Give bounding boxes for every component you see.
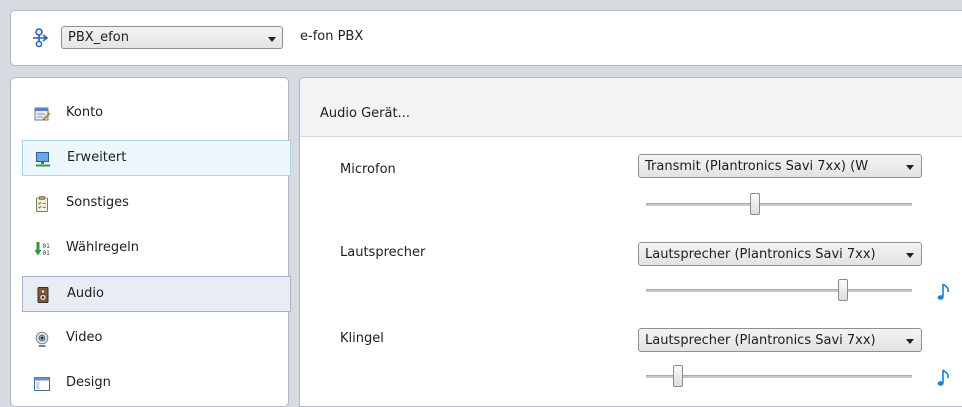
klingel-label: Klingel <box>340 331 384 346</box>
slider-track <box>646 375 912 378</box>
chevron-down-icon <box>906 339 914 344</box>
slider-track <box>646 203 912 206</box>
dial-rules-arrow-icon: 01 01 <box>34 242 51 257</box>
section-header: Audio Gerät... <box>300 78 962 137</box>
chevron-down-icon <box>268 37 276 42</box>
lautsprecher-label: Lautsprecher <box>340 245 426 260</box>
nav-item-konto[interactable]: Konto <box>22 96 291 132</box>
account-select-value: PBX_efon <box>68 30 129 45</box>
music-note-icon[interactable] <box>937 282 951 302</box>
nav-label: Konto <box>66 105 104 120</box>
notepad-edit-icon <box>34 107 50 121</box>
lautsprecher-device-value: Lautsprecher (Plantronics Savi 7xx) <box>645 247 876 262</box>
chevron-down-icon <box>906 253 914 258</box>
nav-item-audio[interactable]: Audio <box>22 276 291 312</box>
nav-item-video[interactable]: Video <box>22 321 291 357</box>
webcam-icon <box>35 331 49 347</box>
pbx-name: e-fon PBX <box>300 29 364 44</box>
microfon-device-value: Transmit (Plantronics Savi 7xx) (W <box>645 159 869 174</box>
microfon-device-select[interactable]: Transmit (Plantronics Savi 7xx) (W <box>638 154 922 178</box>
nav-item-waehlregeln[interactable]: 01 01 Wählregeln <box>22 231 291 267</box>
microfon-label: Microfon <box>340 162 396 177</box>
klingel-volume-slider[interactable] <box>646 365 912 387</box>
settings-nav: Konto Erweitert Sonstiges 01 01 Wählrege… <box>10 77 291 407</box>
speaker-icon <box>37 287 49 303</box>
slider-track <box>646 289 912 292</box>
account-select[interactable]: PBX_efon <box>61 26 283 49</box>
klingel-device-select[interactable]: Lautsprecher (Plantronics Savi 7xx) <box>638 328 922 352</box>
lautsprecher-volume-slider[interactable] <box>646 279 912 301</box>
audio-settings-panel: Audio Gerät... Microfon Transmit (Plantr… <box>299 77 962 407</box>
nav-item-erweitert[interactable]: Erweitert <box>22 140 291 176</box>
slider-thumb[interactable] <box>672 365 683 387</box>
chevron-down-icon <box>906 165 914 170</box>
nav-item-sonstiges[interactable]: Sonstiges <box>22 186 291 222</box>
svg-text:01: 01 <box>43 250 51 257</box>
slider-thumb[interactable] <box>837 279 848 301</box>
nav-label: Erweitert <box>67 150 127 165</box>
svg-text:01: 01 <box>43 243 51 250</box>
section-title: Audio Gerät... <box>320 106 410 121</box>
microfon-volume-slider[interactable] <box>646 193 912 215</box>
nav-label: Design <box>66 375 111 390</box>
nav-label: Audio <box>67 286 104 301</box>
music-note-icon[interactable] <box>937 368 951 388</box>
clipboard-checklist-icon <box>36 196 48 212</box>
nav-label: Video <box>66 330 103 345</box>
lautsprecher-device-select[interactable]: Lautsprecher (Plantronics Savi 7xx) <box>638 242 922 266</box>
nav-label: Sonstiges <box>66 195 129 210</box>
slider-thumb[interactable] <box>750 193 761 215</box>
klingel-device-value: Lautsprecher (Plantronics Savi 7xx) <box>645 333 876 348</box>
window-layout-icon <box>34 377 50 391</box>
nav-label: Wählregeln <box>66 240 139 255</box>
network-plug-icon <box>33 28 49 48</box>
monitor-network-icon <box>36 152 50 167</box>
